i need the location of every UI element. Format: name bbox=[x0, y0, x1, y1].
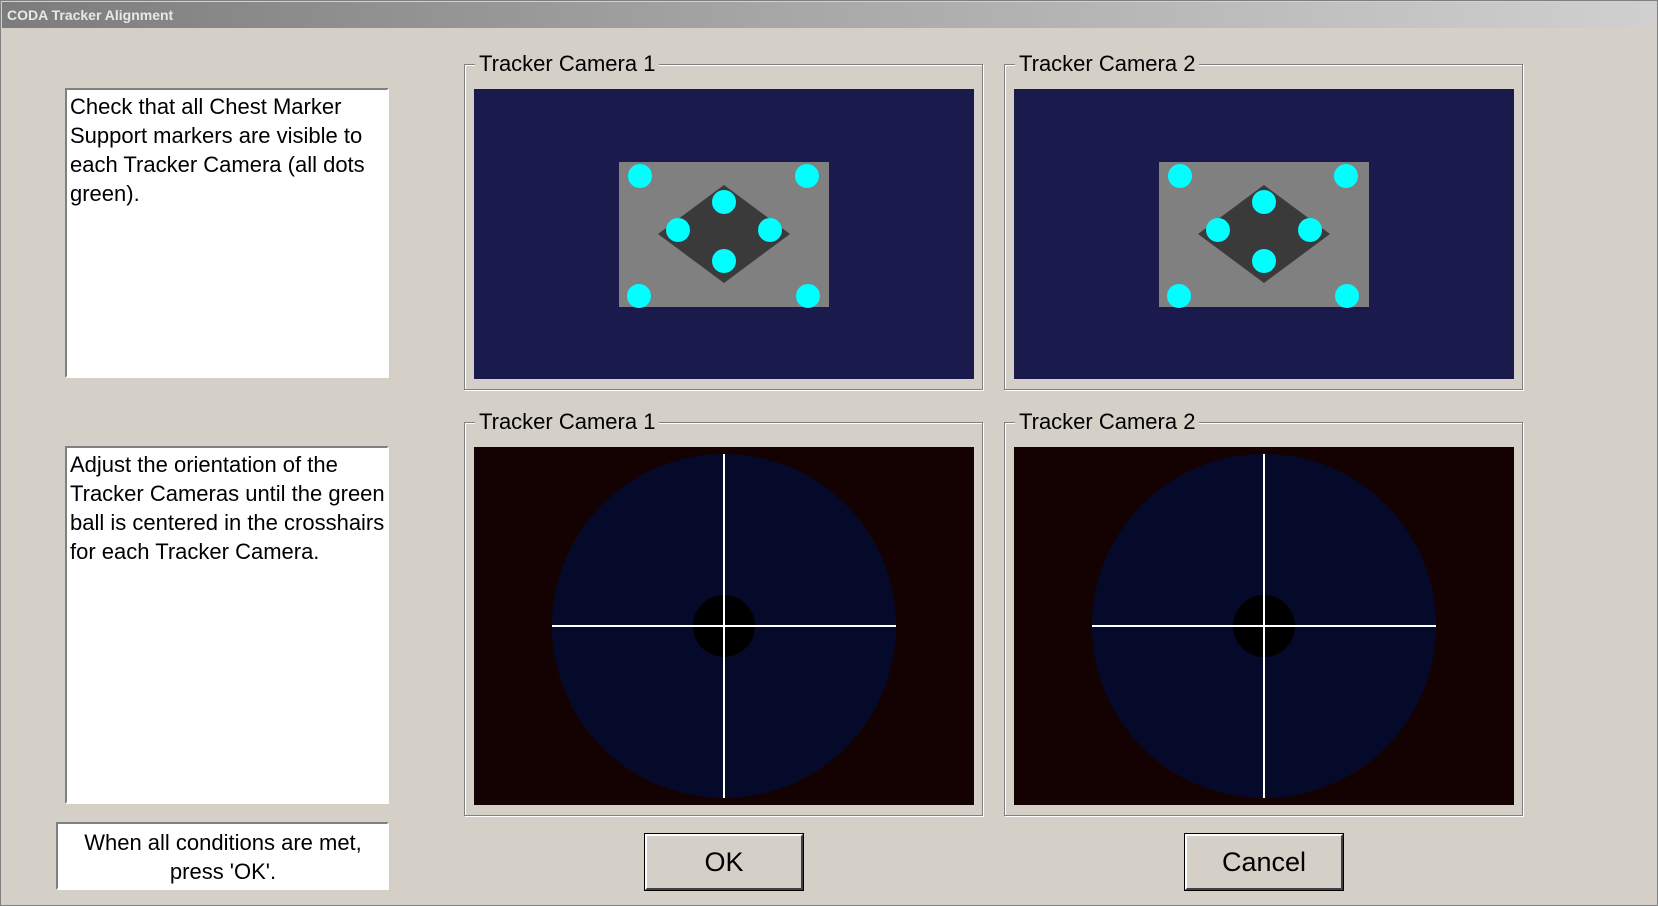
markers-group-camera-2: Tracker Camera 2 bbox=[1004, 51, 1523, 390]
marker-dot bbox=[796, 284, 820, 308]
marker-view-camera-2 bbox=[1014, 89, 1514, 379]
group-label: Tracker Camera 2 bbox=[1015, 409, 1200, 435]
group-label: Tracker Camera 1 bbox=[475, 51, 660, 77]
ok-button[interactable]: OK bbox=[645, 834, 803, 890]
markers-instruction-box: Check that all Chest Marker Support mark… bbox=[65, 88, 389, 378]
window-title: CODA Tracker Alignment bbox=[7, 7, 174, 23]
crosshair-group-camera-1: Tracker Camera 1 bbox=[464, 409, 983, 816]
crosshair-view-camera-1 bbox=[474, 447, 974, 805]
cancel-button[interactable]: Cancel bbox=[1185, 834, 1343, 890]
group-label: Tracker Camera 2 bbox=[1015, 51, 1200, 77]
marker-dot bbox=[795, 164, 819, 188]
marker-dot bbox=[712, 249, 736, 273]
final-instruction-box: When all conditions are met, press 'OK'. bbox=[56, 822, 389, 890]
markers-group-camera-1: Tracker Camera 1 bbox=[464, 51, 983, 390]
marker-dot bbox=[1335, 284, 1359, 308]
coda-tracker-alignment-window: CODA Tracker Alignment Check that all Ch… bbox=[0, 0, 1658, 906]
marker-dot bbox=[1167, 284, 1191, 308]
marker-dot bbox=[1206, 218, 1230, 242]
marker-dot bbox=[1252, 249, 1276, 273]
marker-dot bbox=[628, 164, 652, 188]
marker-dot bbox=[1334, 164, 1358, 188]
marker-dot bbox=[627, 284, 651, 308]
title-bar[interactable]: CODA Tracker Alignment bbox=[2, 2, 1656, 28]
marker-dot bbox=[758, 218, 782, 242]
marker-dot bbox=[1298, 218, 1322, 242]
marker-dot bbox=[1168, 164, 1192, 188]
marker-view-camera-1 bbox=[474, 89, 974, 379]
marker-dot bbox=[1252, 190, 1276, 214]
group-label: Tracker Camera 1 bbox=[475, 409, 660, 435]
marker-dot bbox=[712, 190, 736, 214]
crosshair-group-camera-2: Tracker Camera 2 bbox=[1004, 409, 1523, 816]
orientation-instruction-box: Adjust the orientation of the Tracker Ca… bbox=[65, 446, 389, 804]
marker-dot bbox=[666, 218, 690, 242]
crosshair-view-camera-2 bbox=[1014, 447, 1514, 805]
